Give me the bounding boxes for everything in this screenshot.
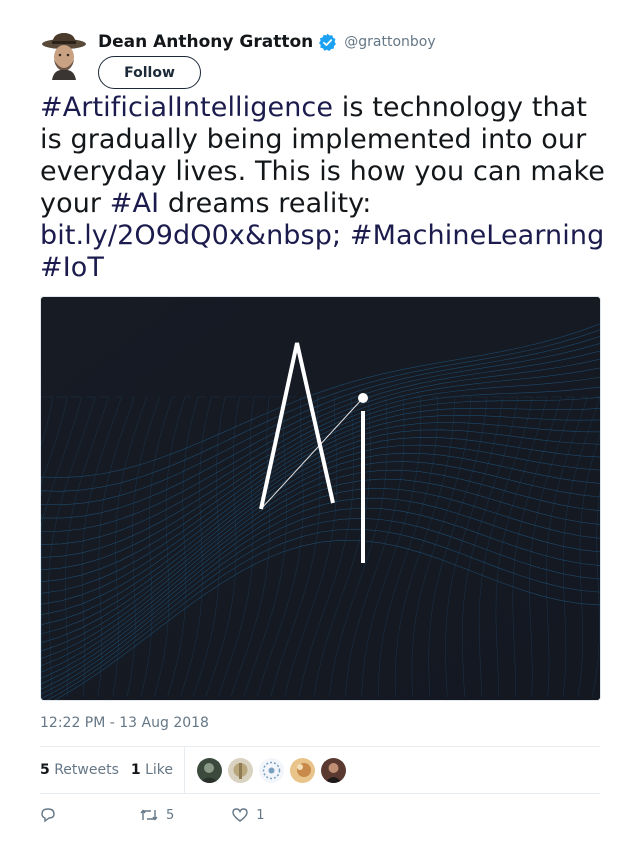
- tweet-actions: 5 1: [40, 805, 600, 825]
- author-avatar[interactable]: [40, 30, 90, 80]
- author-display-name[interactable]: Dean Anthony Gratton: [98, 32, 313, 52]
- ai-logo-image: [41, 297, 600, 700]
- verified-badge-icon: [319, 33, 337, 51]
- tweet-media-image[interactable]: [40, 296, 601, 701]
- reply-icon: [41, 808, 55, 822]
- likes-stat[interactable]: 1 Like: [131, 762, 173, 778]
- heart-icon: [232, 808, 248, 822]
- retweet-count: 5: [166, 807, 175, 823]
- likes-label: Like: [145, 762, 173, 778]
- likes-count: 1: [130, 762, 141, 778]
- liker-avatar-1[interactable]: [196, 756, 223, 784]
- hashtag-link[interactable]: #ArtificialIntelligence: [40, 92, 333, 123]
- tweet-timestamp[interactable]: 12:22 PM - 13 Aug 2018: [40, 715, 209, 731]
- liker-avatar-5[interactable]: [320, 756, 347, 784]
- like-button[interactable]: 1: [232, 807, 265, 823]
- hashtag-link[interactable]: #IoT: [40, 252, 104, 283]
- liker-avatar-3[interactable]: [258, 756, 285, 784]
- tweet-stats: 5 Retweets 1 Like: [40, 747, 600, 793]
- retweets-count: 5: [40, 762, 50, 778]
- liker-avatars: [196, 756, 347, 784]
- hashtag-link[interactable]: #AI: [110, 188, 159, 219]
- tweet-text-segment: [341, 220, 350, 251]
- author-name-row: Dean Anthony Gratton @grattonboy: [98, 32, 436, 52]
- author-handle[interactable]: @grattonboy: [344, 34, 435, 50]
- hashtag-link[interactable]: #MachineLearning: [350, 220, 604, 251]
- retweets-label: Retweets: [54, 762, 119, 778]
- retweets-stat[interactable]: 5 Retweets: [40, 762, 119, 778]
- liker-avatar-4[interactable]: [289, 756, 316, 784]
- url-link[interactable]: bit.ly/2O9dQ0x&nbsp;: [40, 220, 341, 251]
- tweet-text: #ArtificialIntelligence is technology th…: [40, 92, 610, 284]
- tweet-card: Dean Anthony Gratton @grattonboy Follow …: [0, 0, 640, 855]
- follow-button[interactable]: Follow: [98, 56, 201, 89]
- tweet-header: Dean Anthony Gratton @grattonboy Follow: [40, 30, 600, 94]
- retweet-icon: [140, 809, 158, 821]
- tweet-text-segment: dreams reality:: [159, 188, 372, 219]
- stats-divider-bottom: [40, 793, 600, 794]
- like-count: 1: [256, 807, 265, 823]
- reply-button[interactable]: [40, 808, 64, 822]
- liker-avatar-2[interactable]: [227, 756, 254, 784]
- retweet-button[interactable]: 5: [140, 808, 174, 823]
- stat-counts: 5 Retweets 1 Like: [40, 747, 185, 793]
